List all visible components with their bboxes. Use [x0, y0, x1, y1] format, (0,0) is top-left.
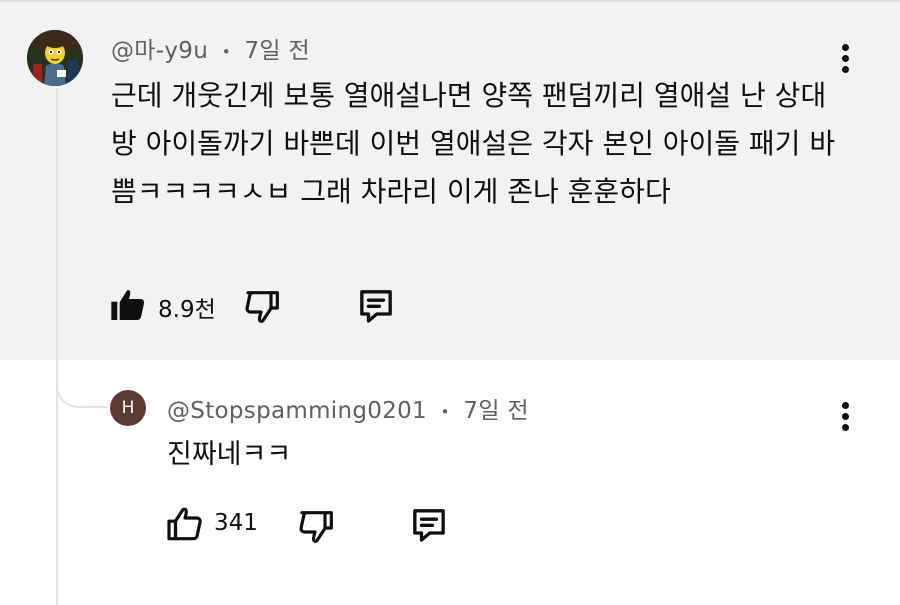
reply-avatar-letter: H	[121, 398, 135, 418]
reply-avatar[interactable]: H	[110, 390, 146, 426]
thumbs-down-outline-icon[interactable]	[243, 286, 283, 326]
meta-separator: •	[440, 402, 450, 421]
reply-author[interactable]: @Stopspamming0201	[167, 398, 427, 424]
reply-meta: @Stopspamming0201 • 7일 전	[167, 391, 529, 425]
comment-reply-icon[interactable]	[409, 505, 449, 545]
reply-text: 진짜네ㅋㅋ	[167, 439, 292, 470]
thumbs-down-outline-icon[interactable]	[297, 506, 337, 546]
avatar-cartoon-image	[27, 30, 83, 86]
reply-time[interactable]: 7일 전	[463, 398, 528, 424]
more-vertical-icon[interactable]	[830, 396, 860, 436]
comment-reply-icon[interactable]	[356, 286, 396, 326]
thumbs-up-filled-icon[interactable]	[108, 285, 148, 325]
comment-author[interactable]: @마-y9u	[111, 38, 208, 64]
meta-separator: •	[221, 42, 231, 61]
like-count: 341	[214, 510, 258, 536]
like-count: 8.9천	[158, 297, 216, 323]
comment-meta: @마-y9u • 7일 전	[111, 31, 310, 65]
thread-connector	[56, 340, 108, 408]
comment-text: 근데 개웃긴게 보통 열애설나면 양쪽 팬덤끼리 열애설 난 상대방 아이돌까기…	[111, 79, 836, 208]
thumbs-up-outline-icon[interactable]	[164, 504, 204, 544]
comment-time[interactable]: 7일 전	[245, 38, 310, 64]
avatar[interactable]	[27, 30, 83, 86]
